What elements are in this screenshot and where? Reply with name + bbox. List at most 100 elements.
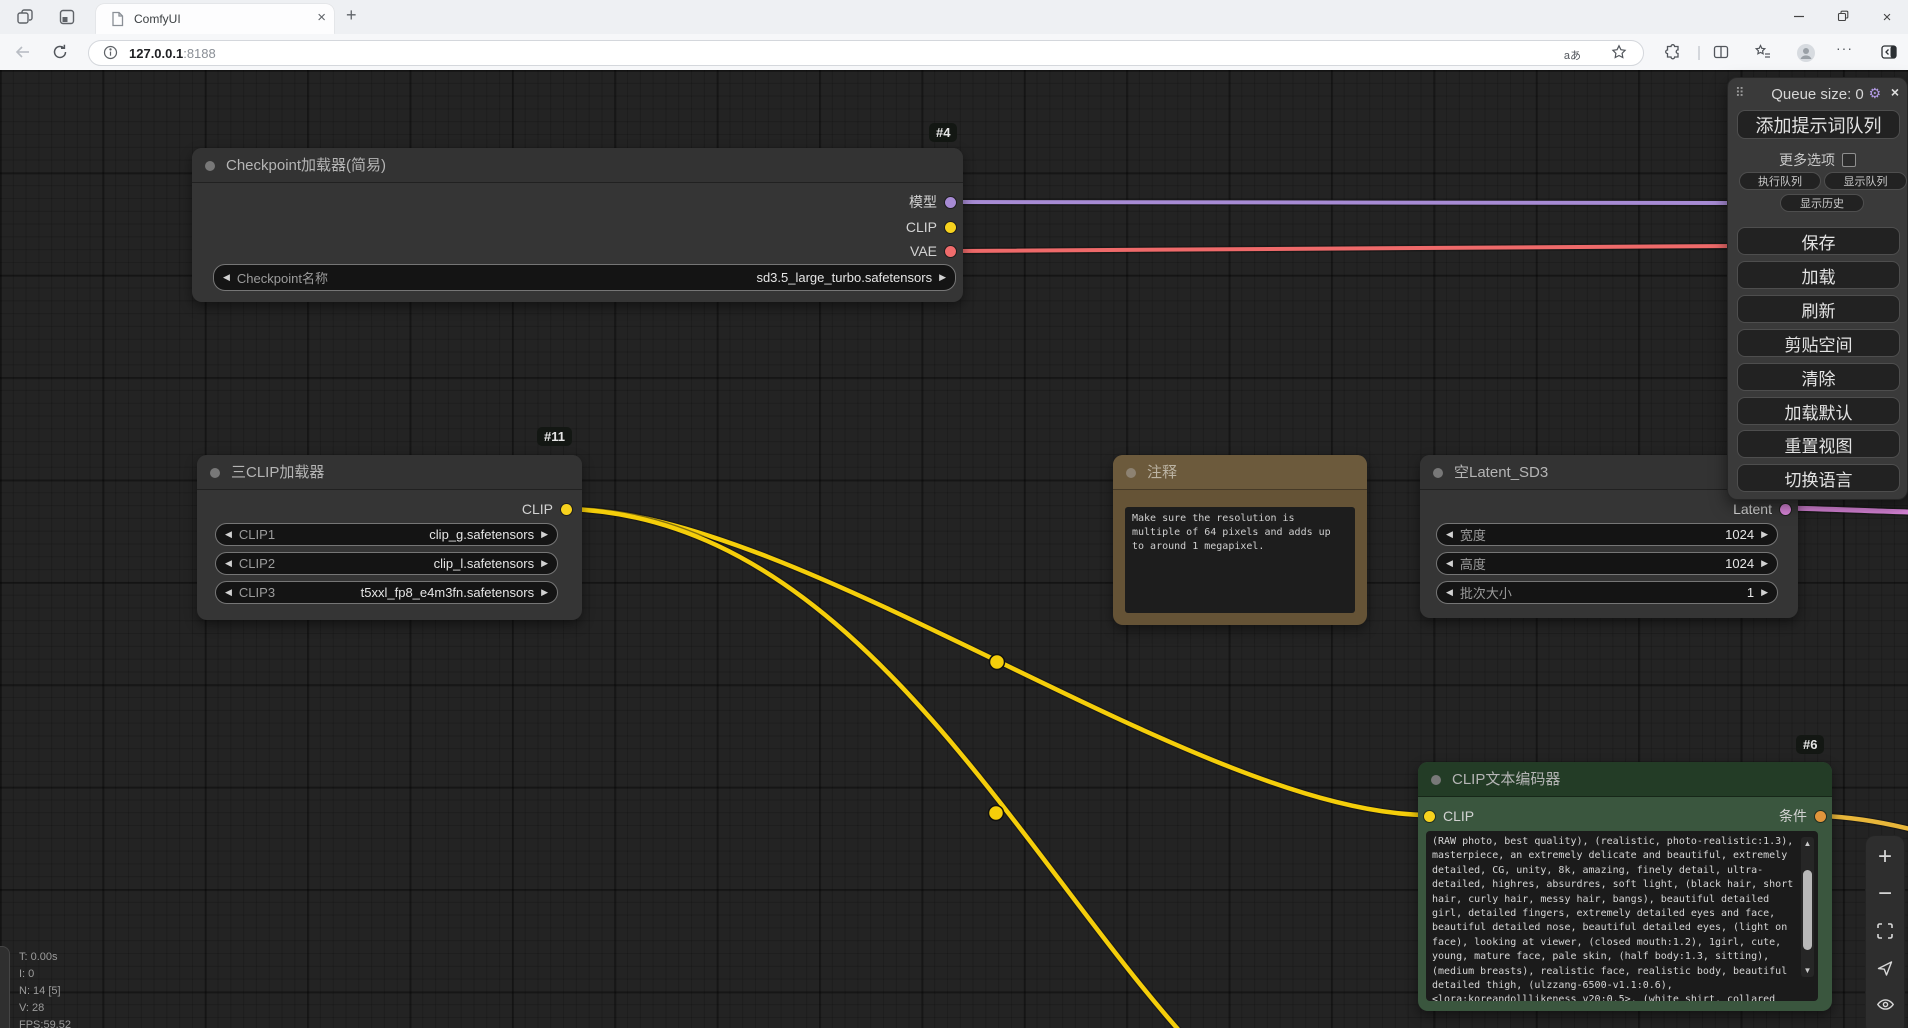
arrow-left-icon[interactable]: ◀ xyxy=(225,530,232,539)
widget-height[interactable]: ◀ 高度 1024 ▶ xyxy=(1436,552,1778,575)
arrow-left-icon[interactable]: ◀ xyxy=(225,559,232,568)
arrow-right-icon[interactable]: ▶ xyxy=(541,588,548,597)
vae-slot-dot[interactable] xyxy=(945,245,956,257)
node-title[interactable]: 三CLIP加载器 xyxy=(197,455,582,490)
load-default-button[interactable]: 加载默认 xyxy=(1737,397,1900,425)
arrow-left-icon[interactable]: ◀ xyxy=(225,588,232,597)
input-slot-clip[interactable]: CLIP xyxy=(1424,804,1474,828)
select-mode-button[interactable] xyxy=(1867,949,1903,986)
arrow-right-icon[interactable]: ▶ xyxy=(1761,588,1768,597)
clip-slot-dot[interactable] xyxy=(561,503,572,515)
widget-label: CLIP3 xyxy=(238,585,276,600)
load-button[interactable]: 加载 xyxy=(1737,261,1900,289)
menu-close-icon[interactable]: × xyxy=(1891,84,1899,100)
collections-icon[interactable] xyxy=(1754,43,1772,61)
toggle-visibility-eye-icon[interactable] xyxy=(1867,986,1903,1023)
node-triple-clip-loader[interactable]: 三CLIP加载器 CLIP ◀ CLIP1 clip_g.safetensors… xyxy=(197,455,582,620)
arrow-right-icon[interactable]: ▶ xyxy=(1761,530,1768,539)
note-text[interactable]: Make sure the resolution is multiple of … xyxy=(1125,507,1355,613)
copilot-sidebar-icon[interactable] xyxy=(1880,43,1898,61)
widget-clip2[interactable]: ◀ CLIP2 clip_l.safetensors ▶ xyxy=(215,552,558,575)
arrow-left-icon[interactable]: ◀ xyxy=(1446,559,1453,568)
arrow-left-icon[interactable]: ◀ xyxy=(1446,588,1453,597)
arrow-right-icon[interactable]: ▶ xyxy=(939,273,946,282)
widget-clip3[interactable]: ◀ CLIP3 t5xxl_fp8_e4m3fn.safetensors ▶ xyxy=(215,581,558,604)
queue-prompt-button[interactable]: 添加提示词队列 xyxy=(1737,110,1900,139)
model-slot-dot[interactable] xyxy=(945,196,956,208)
node-collapse-dot[interactable] xyxy=(205,161,215,171)
profile-avatar[interactable] xyxy=(1796,43,1815,62)
output-slot-model[interactable]: 模型 xyxy=(909,190,956,214)
settings-gear-icon[interactable]: ⚙ xyxy=(1868,85,1881,102)
widget-checkpoint-name[interactable]: ◀ Checkpoint名称 sd3.5_large_turbo.safeten… xyxy=(213,264,956,291)
node-title[interactable]: Checkpoint加载器(简易) xyxy=(192,148,963,183)
extra-queue-front-button[interactable]: 执行队列 xyxy=(1739,172,1821,190)
tab-actions-icon[interactable] xyxy=(58,8,76,26)
refresh-button[interactable]: 刷新 xyxy=(1737,295,1900,323)
node-note[interactable]: 注释 Make sure the resolution is multiple … xyxy=(1113,455,1367,625)
arrow-right-icon[interactable]: ▶ xyxy=(541,559,548,568)
widget-width[interactable]: ◀ 宽度 1024 ▶ xyxy=(1436,523,1778,546)
view-history-button[interactable]: 显示历史 xyxy=(1780,194,1864,212)
output-slot-vae[interactable]: VAE xyxy=(910,239,956,263)
extensions-icon[interactable] xyxy=(1664,43,1682,61)
prompt-scrollbar[interactable]: ▲ ▼ xyxy=(1801,837,1814,977)
toggle-language-button[interactable]: 切换语言 xyxy=(1737,464,1900,492)
fit-view-button[interactable] xyxy=(1867,912,1903,949)
scrollbar-thumb[interactable] xyxy=(1803,870,1812,950)
more-menu-icon[interactable]: ··· xyxy=(1836,40,1854,58)
split-screen-icon[interactable] xyxy=(1712,43,1730,61)
clipspace-button[interactable]: 剪贴空间 xyxy=(1737,329,1900,357)
node-checkpoint-loader[interactable]: Checkpoint加载器(简易) 模型 CLIP VAE ◀ Checkpoi… xyxy=(192,148,963,302)
window-restore-button[interactable] xyxy=(1830,9,1856,25)
window-minimize-button[interactable] xyxy=(1786,9,1812,25)
collapsed-panel-edge[interactable] xyxy=(0,946,10,1028)
node-collapse-dot[interactable] xyxy=(210,468,220,478)
arrow-right-icon[interactable]: ▶ xyxy=(541,530,548,539)
output-slot-clip[interactable]: CLIP xyxy=(906,215,956,239)
arrow-left-icon[interactable]: ◀ xyxy=(1446,530,1453,539)
back-icon[interactable] xyxy=(14,43,32,61)
browser-tab[interactable]: ComfyUI × xyxy=(96,4,334,34)
node-clip-text-encode[interactable]: CLIP文本编码器 CLIP 条件 (RAW photo, best quali… xyxy=(1418,762,1832,1011)
workspaces-icon[interactable] xyxy=(16,8,34,26)
node-collapse-dot[interactable] xyxy=(1431,775,1441,785)
arrow-left-icon[interactable]: ◀ xyxy=(223,273,230,282)
zoom-out-button[interactable]: − xyxy=(1867,875,1903,912)
refresh-icon[interactable] xyxy=(51,43,69,61)
conditioning-slot-dot[interactable] xyxy=(1815,810,1826,822)
view-queue-button[interactable]: 显示队列 xyxy=(1824,172,1907,190)
clip-slot-dot[interactable] xyxy=(945,221,956,233)
zoom-in-button[interactable]: + xyxy=(1867,838,1903,875)
output-slot-clip[interactable]: CLIP xyxy=(522,497,572,521)
latent-slot-dot[interactable] xyxy=(1780,503,1791,515)
reset-view-button[interactable]: 重置视图 xyxy=(1737,430,1900,458)
arrow-right-icon[interactable]: ▶ xyxy=(1761,559,1768,568)
node-collapse-dot[interactable] xyxy=(1433,468,1443,478)
clip-slot-dot[interactable] xyxy=(1424,810,1435,822)
widget-label: 宽度 xyxy=(1459,528,1486,543)
tab-close-icon[interactable]: × xyxy=(317,9,326,26)
node-title[interactable]: CLIP文本编码器 xyxy=(1418,762,1832,797)
widget-batch-size[interactable]: ◀ 批次大小 1 ▶ xyxy=(1436,581,1778,604)
more-options-label: 更多选项 xyxy=(1728,150,1907,170)
clear-button[interactable]: 清除 xyxy=(1737,363,1900,391)
favorite-star-icon[interactable] xyxy=(1611,44,1627,60)
widget-label: 高度 xyxy=(1459,557,1486,572)
address-bar[interactable]: 127.0.0.1:8188 aあ xyxy=(88,40,1644,66)
output-slot-conditioning[interactable]: 条件 xyxy=(1779,804,1826,828)
prompt-textarea[interactable]: (RAW photo, best quality), (realistic, p… xyxy=(1426,831,1818,1001)
node-title[interactable]: 注释 xyxy=(1113,455,1367,490)
translate-icon[interactable]: aあ xyxy=(1564,47,1581,63)
node-collapse-dot[interactable] xyxy=(1126,468,1136,478)
new-tab-button[interactable]: + xyxy=(346,5,357,26)
scroll-down-icon[interactable]: ▼ xyxy=(1801,966,1814,975)
more-options-checkbox[interactable] xyxy=(1842,153,1856,167)
window-close-button[interactable]: × xyxy=(1874,9,1900,26)
url-text[interactable]: 127.0.0.1:8188 xyxy=(129,46,216,61)
save-button[interactable]: 保存 xyxy=(1737,227,1900,255)
site-info-icon[interactable] xyxy=(103,45,118,65)
scroll-up-icon[interactable]: ▲ xyxy=(1801,839,1814,848)
output-slot-latent[interactable]: Latent xyxy=(1733,497,1791,521)
widget-clip1[interactable]: ◀ CLIP1 clip_g.safetensors ▶ xyxy=(215,523,558,546)
